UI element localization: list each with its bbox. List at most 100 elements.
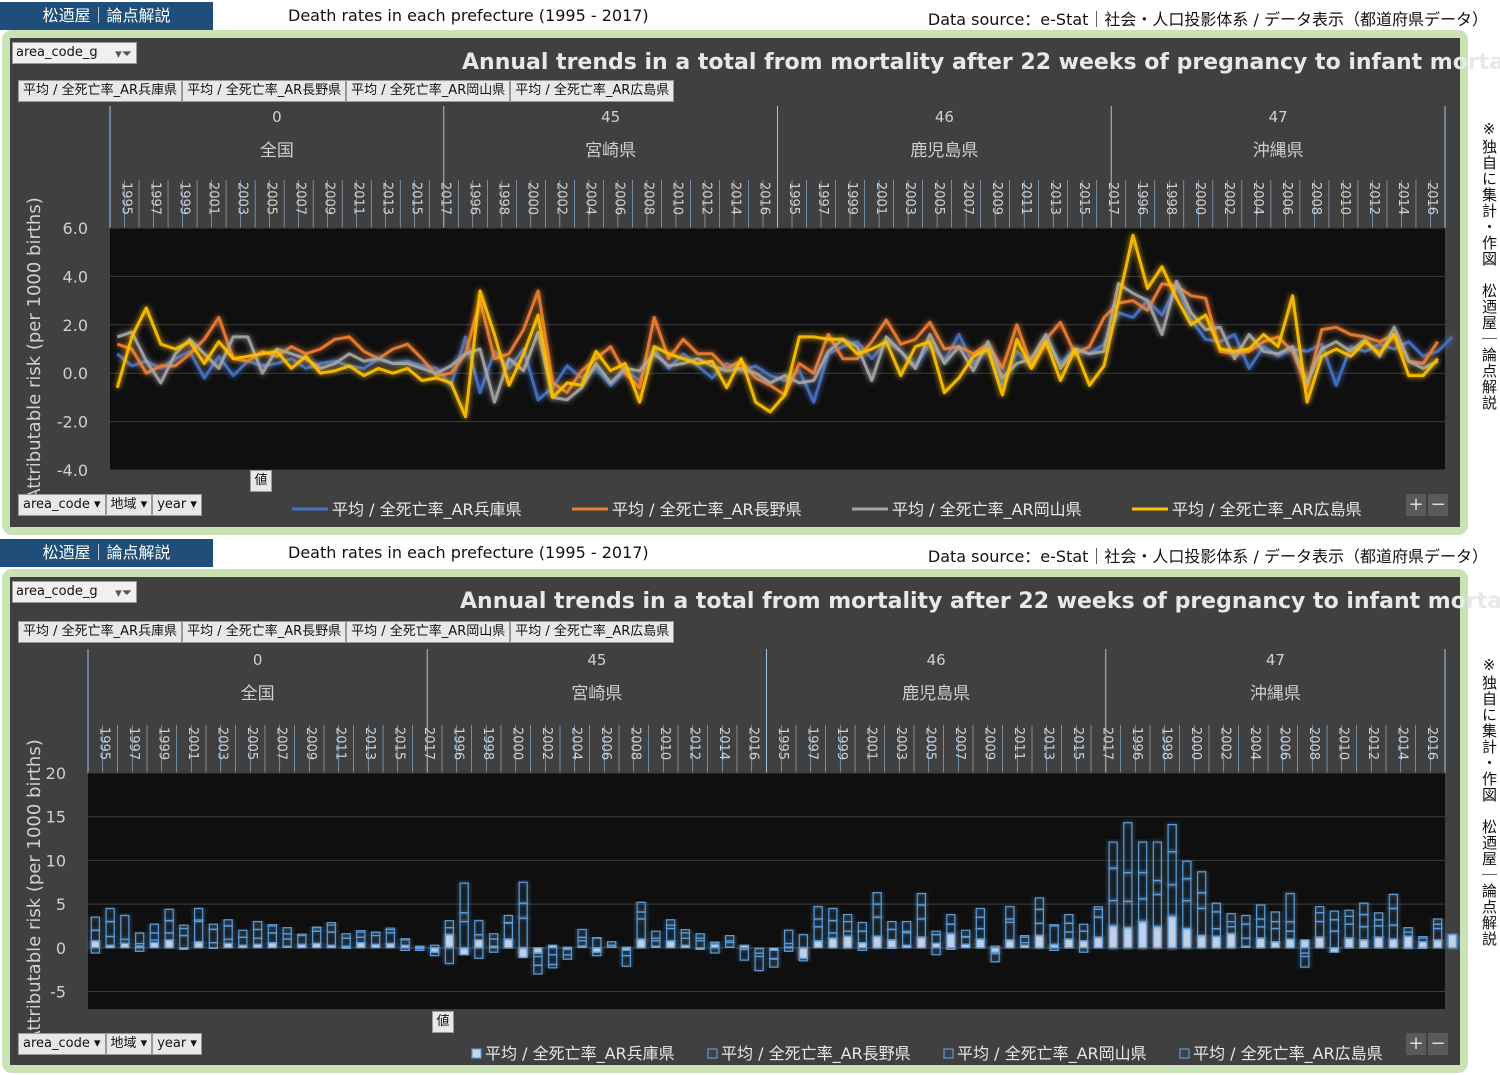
line-year-label: 1998 <box>496 182 511 215</box>
row-field-year-2[interactable]: year ▾ <box>152 1033 202 1055</box>
bar-segment <box>341 947 351 950</box>
row-field-area-code-2[interactable]: area_code ▾ <box>18 1033 106 1055</box>
bar-y-tick-label: 5 <box>56 895 66 914</box>
filter-area-code-g-2[interactable]: area_code_g ▾⏷ <box>12 581 137 603</box>
bar-group-code: 46 <box>927 651 946 669</box>
bar-segment <box>887 947 897 950</box>
bar-segment <box>990 947 1000 953</box>
bar-segment <box>592 936 602 939</box>
bar-segment <box>1403 935 1413 949</box>
bar-segment <box>1064 938 1074 949</box>
value-field-button-2[interactable]: 値 <box>432 1011 454 1033</box>
line-year-label: 2009 <box>321 182 336 215</box>
bar-segment <box>312 942 322 949</box>
line-year-label: 2017 <box>437 182 452 215</box>
line-year-label: 2015 <box>1076 182 1091 215</box>
row-field-area-code[interactable]: area_code ▾ <box>18 494 106 516</box>
line-year-label: 2013 <box>1047 182 1062 215</box>
series-button-hiroshima-2[interactable]: 平均 / 全死亡率_AR広島県 <box>510 621 675 643</box>
bar-segment <box>946 933 956 949</box>
line-year-label: 2016 <box>1424 182 1439 215</box>
bar-group-name: 鹿児島県 <box>902 684 970 704</box>
filter-area-code-g[interactable]: area_code_g ▾⏷ <box>12 42 137 64</box>
line-year-label: 1995 <box>118 182 133 215</box>
bar-legend-label-2: 平均 / 全死亡率_AR岡山県 <box>957 1044 1147 1064</box>
series-button-nagano[interactable]: 平均 / 全死亡率_AR長野県 <box>182 80 347 102</box>
bar-segment <box>1447 934 1458 949</box>
bar-year-label: 2011 <box>332 727 347 760</box>
bar-segment <box>1182 928 1192 949</box>
page-subtitle: Death rates in each prefecture (1995 - 2… <box>288 6 649 25</box>
value-field-button[interactable]: 値 <box>250 470 272 492</box>
bar-segment <box>1285 938 1295 949</box>
bar-segment <box>503 938 513 949</box>
bar-year-label: 1998 <box>1158 727 1173 760</box>
line-year-label: 2012 <box>1366 182 1381 215</box>
filter-funnel-icon[interactable]: ▾⏷ <box>115 45 132 65</box>
bar-segment <box>267 942 277 949</box>
series-button-hiroshima[interactable]: 平均 / 全死亡率_AR広島県 <box>510 80 675 102</box>
bar-year-label: 1999 <box>155 727 170 760</box>
line-year-label: 2003 <box>902 182 917 215</box>
bar-segment <box>1034 935 1045 949</box>
row-field-region[interactable]: 地域 ▾ <box>105 494 153 516</box>
line-year-label: 2013 <box>379 182 394 215</box>
bar-chart-svg: 0全国1995 1997 1999 2001 2003 2005 2007 2009 2011 2… <box>24 649 1458 1064</box>
bar-segment <box>1359 939 1369 949</box>
bar-plot-bg <box>88 773 1445 1009</box>
line-year-label: 1997 <box>815 182 830 215</box>
row-field-year-label: year <box>157 497 187 512</box>
bar-segment <box>1093 936 1104 949</box>
bar-segment <box>459 947 469 956</box>
row-field-region-2[interactable]: 地域 ▾ <box>105 1033 153 1055</box>
line-year-label: 2003 <box>234 182 249 215</box>
bar-year-label: 2014 <box>1394 727 1409 760</box>
row-field-year-label-2: year <box>157 1036 187 1051</box>
zoom-in-button[interactable]: + <box>1406 494 1426 516</box>
bar-segment <box>415 945 425 948</box>
line-year-label: 2006 <box>1279 182 1294 215</box>
line-year-label: 2004 <box>1250 182 1265 215</box>
line-year-label: 2007 <box>292 182 307 215</box>
bar-segment <box>562 946 572 949</box>
bar-segment <box>813 940 823 949</box>
bar-segment <box>1300 939 1310 949</box>
series-button-okayama[interactable]: 平均 / 全死亡率_AR岡山県 <box>346 80 511 102</box>
bar-y-tick-label: 10 <box>46 851 66 870</box>
zoom-out-button[interactable]: − <box>1428 494 1448 516</box>
row-field-year[interactable]: year ▾ <box>152 494 202 516</box>
line-year-label: 2014 <box>1395 182 1410 215</box>
bar-segment <box>916 936 926 949</box>
line-year-label: 2016 <box>757 182 772 215</box>
line-group-code: 46 <box>935 108 954 126</box>
bar-year-label: 2007 <box>273 727 288 760</box>
bar-segment <box>1255 937 1266 949</box>
line-year-label: 1996 <box>467 182 482 215</box>
bar-legend-label-1: 平均 / 全死亡率_AR長野県 <box>721 1044 911 1064</box>
bar-year-label: 2012 <box>686 727 701 760</box>
brand-label[interactable]: 松迺屋｜論点解説 <box>0 2 213 30</box>
line-legend-label-0: 平均 / 全死亡率_AR兵庫県 <box>332 500 522 520</box>
row-field-area-code-label: area_code <box>23 497 90 512</box>
line-year-label: 2004 <box>583 182 598 215</box>
series-button-hyogo[interactable]: 平均 / 全死亡率_AR兵庫県 <box>18 80 183 102</box>
bar-year-label: 2006 <box>598 727 613 760</box>
series-button-okayama-2[interactable]: 平均 / 全死亡率_AR岡山県 <box>346 621 511 643</box>
brand-label-2[interactable]: 松迺屋｜論点解説 <box>0 539 213 567</box>
bar-year-label: 1996 <box>450 727 465 760</box>
series-button-hyogo-2[interactable]: 平均 / 全死亡率_AR兵庫県 <box>18 621 183 643</box>
zoom-out-button-2[interactable]: − <box>1428 1033 1448 1055</box>
filter-funnel-icon-2[interactable]: ▾⏷ <box>115 584 132 604</box>
bar-segment <box>842 935 853 949</box>
line-group-name: 全国 <box>260 141 294 161</box>
series-button-nagano-2[interactable]: 平均 / 全死亡率_AR長野県 <box>182 621 347 643</box>
zoom-controls-1: + − <box>1404 494 1448 516</box>
zoom-in-button-2[interactable]: + <box>1406 1033 1426 1055</box>
bar-year-label: 2017 <box>421 727 436 760</box>
bar-segment <box>1329 947 1340 953</box>
bar-year-label: 2006 <box>1276 727 1291 760</box>
bar-chart-area: 0 全国 1995 1997 1999 2001 2003 2005 2007 2009 2011 2… <box>10 577 1500 1065</box>
line-y-tick-label: -2.0 <box>57 413 88 432</box>
bar-segment <box>444 934 454 949</box>
bar-segment <box>1226 933 1236 949</box>
